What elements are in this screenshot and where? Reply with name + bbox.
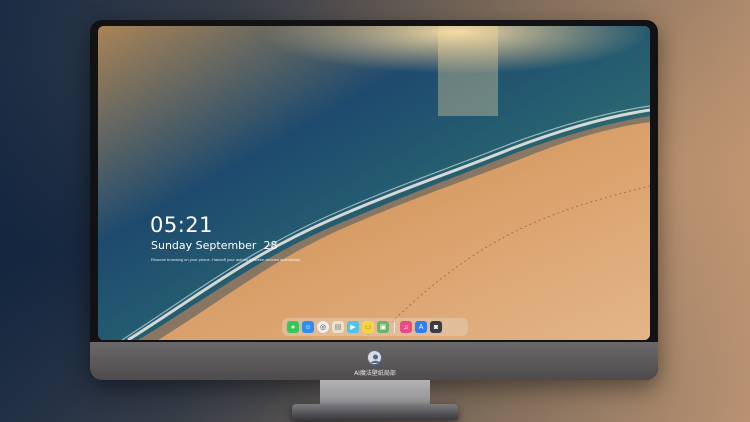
monitor-stand-base xyxy=(292,404,458,420)
preview-icon[interactable]: ▣ xyxy=(377,321,389,333)
dock-separator xyxy=(394,321,395,333)
clips-icon[interactable]: ▶ xyxy=(347,321,359,333)
monitor: 05:21 Sunday September 28 Resume browsin… xyxy=(90,20,658,380)
finder-icon[interactable]: ☺ xyxy=(302,321,314,333)
beach-wallpaper xyxy=(98,26,650,340)
stickies-icon[interactable]: ▭ xyxy=(362,321,374,333)
messages-icon[interactable]: ● xyxy=(287,321,299,333)
brand-logo-icon xyxy=(367,350,382,365)
music-icon[interactable]: ♫ xyxy=(400,321,412,333)
dock: ● ☺ ◎ ▤ ▶ ▭ ▣ ♫ A ◙ xyxy=(282,318,468,336)
lock-screen-time: 05:21 xyxy=(150,213,214,237)
monitor-stand-neck xyxy=(320,380,430,406)
desktop-screen: 05:21 Sunday September 28 Resume browsin… xyxy=(98,26,650,340)
notes-icon[interactable]: ▤ xyxy=(332,321,344,333)
app-store-icon[interactable]: A xyxy=(415,321,427,333)
lock-screen-date: Sunday September 28 xyxy=(151,239,278,252)
lock-screen-notice: Resume browsing on your phone. Handoff y… xyxy=(151,257,301,262)
chin-label: AI魔法壁纸局部 xyxy=(354,370,396,377)
safari-icon[interactable]: ◎ xyxy=(317,321,329,333)
camera-icon[interactable]: ◙ xyxy=(430,321,442,333)
